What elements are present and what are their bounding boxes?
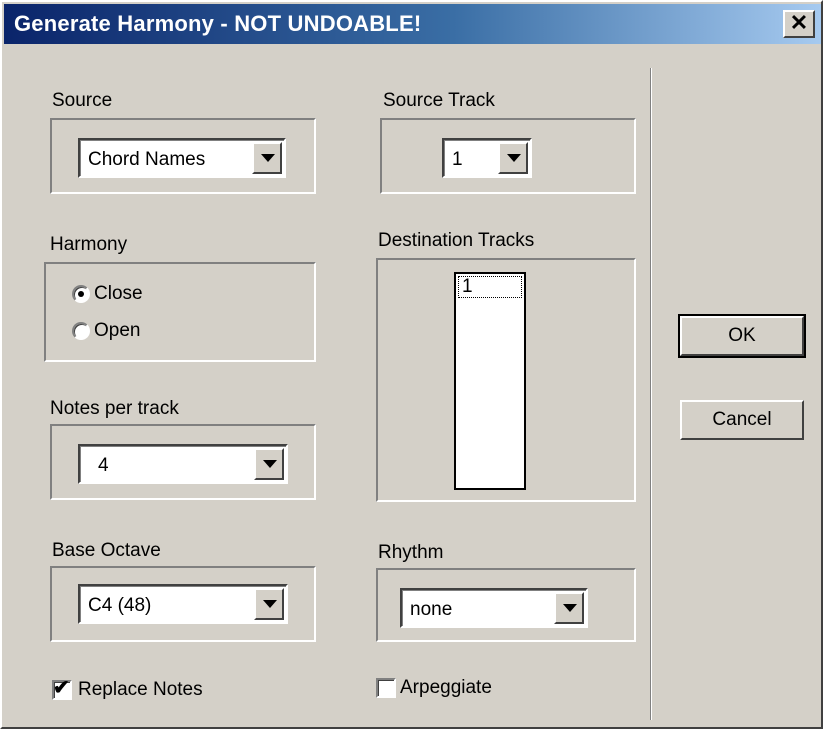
harmony-open-radio[interactable] xyxy=(72,322,90,340)
cancel-button[interactable]: Cancel xyxy=(680,400,804,440)
destination-tracks-listbox[interactable]: 1 xyxy=(454,272,526,490)
rhythm-select[interactable]: none xyxy=(400,588,588,628)
chevron-down-icon[interactable] xyxy=(252,142,282,174)
source-track-label: Source Track xyxy=(383,90,495,111)
notes-per-track-label: Notes per track xyxy=(50,398,179,419)
harmony-close-radio[interactable] xyxy=(72,285,90,303)
chevron-down-icon[interactable] xyxy=(254,588,284,620)
base-octave-select[interactable]: C4 (48) xyxy=(78,584,288,624)
window-title: Generate Harmony - NOT UNDOABLE! xyxy=(14,11,422,36)
ok-button[interactable]: OK xyxy=(678,314,806,358)
list-item[interactable]: 1 xyxy=(458,276,522,298)
base-octave-value: C4 (48) xyxy=(88,595,152,616)
checkmark-icon: ✔ xyxy=(53,677,70,699)
replace-notes-checkbox[interactable]: ✔ xyxy=(52,677,72,700)
harmony-close-label[interactable]: Close xyxy=(94,283,143,305)
chevron-down-icon[interactable] xyxy=(554,592,584,624)
notes-per-track-select[interactable]: 4 xyxy=(78,444,288,484)
base-octave-label: Base Octave xyxy=(52,540,161,561)
vertical-divider xyxy=(650,68,652,720)
replace-notes-label[interactable]: Replace Notes xyxy=(78,679,203,701)
close-icon[interactable]: ✕ xyxy=(783,10,815,38)
source-value: Chord Names xyxy=(88,149,206,170)
chevron-down-icon[interactable] xyxy=(254,448,284,480)
chevron-down-icon[interactable] xyxy=(498,142,528,174)
source-track-select[interactable]: 1 xyxy=(442,138,532,178)
source-label: Source xyxy=(52,90,113,111)
destination-tracks-label: Destination Tracks xyxy=(378,230,535,251)
harmony-open-label[interactable]: Open xyxy=(94,320,140,342)
radio-selected-dot xyxy=(78,291,84,297)
title-bar[interactable]: Generate Harmony - NOT UNDOABLE! ✕ xyxy=(4,4,821,44)
harmony-label: Harmony xyxy=(50,234,128,255)
rhythm-value: none xyxy=(410,599,453,620)
generate-harmony-dialog: Generate Harmony - NOT UNDOABLE! ✕ Sourc… xyxy=(0,0,823,729)
arpeggiate-checkbox[interactable] xyxy=(376,678,396,698)
source-select[interactable]: Chord Names xyxy=(78,138,286,178)
harmony-group xyxy=(44,262,316,362)
rhythm-label: Rhythm xyxy=(378,542,444,563)
source-track-value: 1 xyxy=(452,149,463,170)
arpeggiate-label[interactable]: Arpeggiate xyxy=(400,677,492,699)
notes-per-track-value: 4 xyxy=(98,455,109,476)
